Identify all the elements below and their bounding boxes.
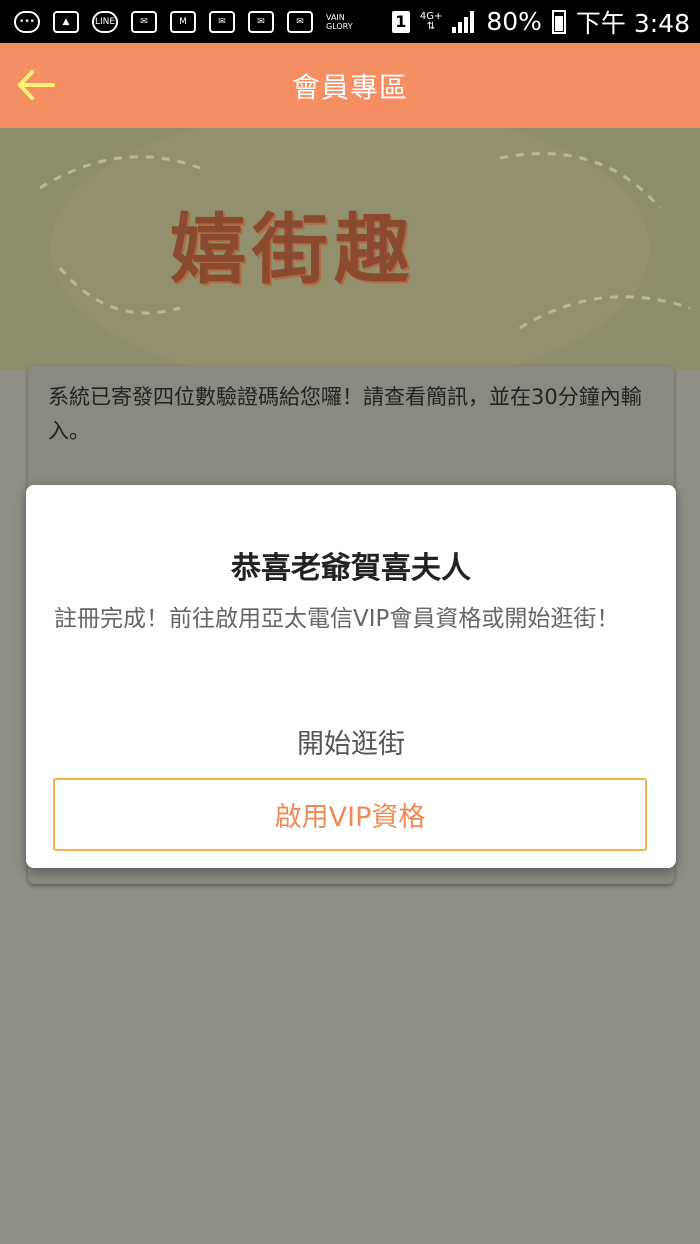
banner: 嬉街趣 — [0, 128, 700, 370]
success-dialog: 恭喜老爺賀喜夫人 註冊完成！前往啟用亞太電信VIP會員資格或開始逛街！ 開始逛街… — [26, 485, 676, 868]
page-title: 會員專區 — [291, 70, 408, 104]
sim-indicator: 1 — [391, 10, 410, 33]
start-shopping-button[interactable]: 開始逛街 — [26, 722, 676, 761]
dialog-title: 恭喜老爺賀喜夫人 — [231, 551, 471, 586]
image-icon: ▲ — [53, 10, 79, 33]
mail-icon: ✉ — [287, 10, 313, 33]
signal-icon — [452, 10, 475, 33]
activate-vip-button[interactable]: 啟用VIP資格 — [53, 778, 647, 851]
battery-icon — [551, 9, 566, 34]
vainglory-icon: VAIN GLORY — [326, 12, 353, 31]
gmail-icon: M — [170, 10, 196, 33]
network-indicator: 4G+ ⇅ — [419, 10, 443, 32]
mail-icon: ✉ — [248, 10, 274, 33]
mail-icon: ✉ — [209, 10, 235, 33]
status-bar: ••• ▲ LINE ✉ M ✉ ✉ ✉ VAIN GLORY 1 4G+ ⇅ 8… — [0, 0, 700, 43]
verify-message: 系統已寄發四位數驗證碼給您囉！請查看簡訊，並在30分鐘內輸入。 — [48, 385, 642, 443]
app-bar: 會員專區 — [0, 43, 700, 128]
back-button[interactable] — [14, 65, 58, 105]
line-icon: LINE — [92, 10, 118, 33]
battery-percent: 80% — [486, 7, 542, 36]
arrow-left-icon — [18, 70, 55, 100]
clock: 下午 3:48 — [575, 8, 690, 38]
mail-icon: ✉ — [131, 10, 157, 33]
chat-icon: ••• — [14, 10, 40, 33]
dialog-message: 註冊完成！前往啟用亞太電信VIP會員資格或開始逛街！ — [54, 606, 620, 632]
brand-logo: 嬉街趣 — [170, 205, 416, 294]
